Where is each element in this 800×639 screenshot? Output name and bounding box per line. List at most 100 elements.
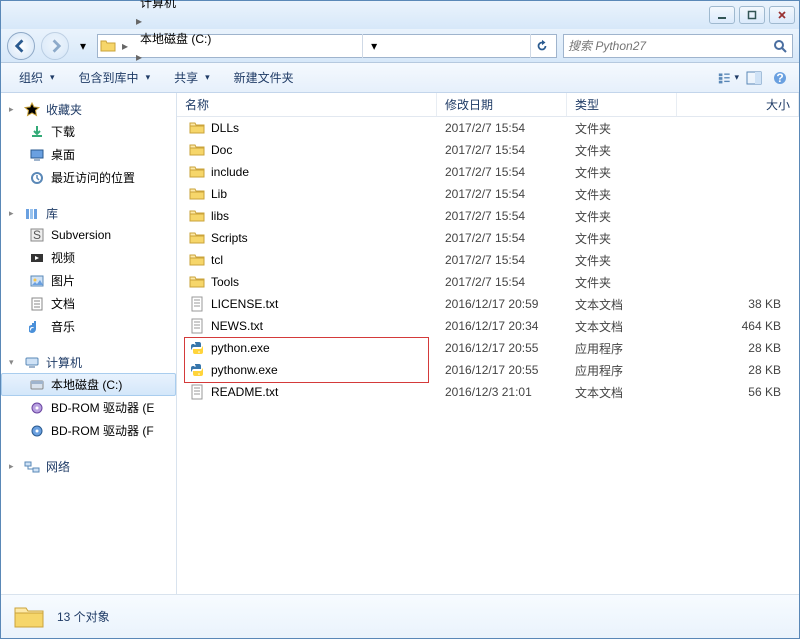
sidebar-item[interactable]: 文档 <box>1 292 176 315</box>
file-date: 2017/2/7 15:54 <box>437 231 567 245</box>
sidebar-favorites: 收藏夹 下载桌面最近访问的位置 <box>1 99 176 189</box>
file-type: 文件夹 <box>567 186 677 203</box>
file-row[interactable]: python.exe2016/12/17 20:55应用程序28 KB <box>177 337 799 359</box>
sidebar-libraries: 库 SSubversion 视频图片文档音乐 <box>1 203 176 338</box>
python-icon <box>189 362 205 378</box>
address-bar[interactable]: ▸ 计算机▸本地磁盘 (C:)▸Python27▸ ▾ <box>97 34 557 58</box>
refresh-button[interactable] <box>530 34 554 58</box>
file-type: 文件夹 <box>567 120 677 137</box>
navbar: ▾ ▸ 计算机▸本地磁盘 (C:)▸Python27▸ ▾ <box>1 29 799 63</box>
organize-button[interactable]: 组织 <box>9 66 65 89</box>
sidebar-header-computer[interactable]: 计算机 <box>1 352 176 373</box>
item-icon <box>29 124 45 140</box>
search-input[interactable] <box>568 39 772 53</box>
sidebar-label: 计算机 <box>46 354 82 371</box>
item-icon <box>29 296 45 312</box>
help-button[interactable]: ? <box>769 67 791 89</box>
sidebar-item[interactable]: 视频 <box>1 246 176 269</box>
file-row[interactable]: NEWS.txt2016/12/17 20:34文本文档464 KB <box>177 315 799 337</box>
file-name: Tools <box>211 275 239 289</box>
share-button[interactable]: 共享 <box>164 66 220 89</box>
sidebar-item-label: 视频 <box>51 249 75 266</box>
sidebar-item[interactable]: 图片 <box>1 269 176 292</box>
chevron-right-icon: ▸ <box>120 39 130 53</box>
file-row[interactable]: Tools2017/2/7 15:54文件夹 <box>177 271 799 293</box>
file-row[interactable]: Doc2017/2/7 15:54文件夹 <box>177 139 799 161</box>
newfolder-button[interactable]: 新建文件夹 <box>224 66 304 89</box>
addr-dropdown[interactable]: ▾ <box>362 34 386 58</box>
file-type: 文件夹 <box>567 274 677 291</box>
file-size: 28 KB <box>677 363 799 377</box>
item-icon <box>29 170 45 186</box>
sidebar-item-label: 本地磁盘 (C:) <box>51 376 122 393</box>
close-button[interactable] <box>769 6 795 24</box>
sidebar-item[interactable]: BD-ROM 驱动器 (E <box>1 396 176 419</box>
sidebar-item[interactable]: 桌面 <box>1 143 176 166</box>
forward-button[interactable] <box>41 32 69 60</box>
include-button[interactable]: 包含到库中 <box>69 66 161 89</box>
file-row[interactable]: pythonw.exe2016/12/17 20:55应用程序28 KB <box>177 359 799 381</box>
file-row[interactable]: Scripts2017/2/7 15:54文件夹 <box>177 227 799 249</box>
history-dropdown[interactable]: ▾ <box>75 34 91 58</box>
folder-icon <box>13 601 45 633</box>
file-type: 文件夹 <box>567 230 677 247</box>
file-name: NEWS.txt <box>211 319 263 333</box>
chevron-right-icon[interactable]: ▸ <box>134 14 144 28</box>
minimize-button[interactable] <box>709 6 735 24</box>
folder-icon <box>189 230 205 246</box>
file-type: 应用程序 <box>567 362 677 379</box>
item-icon <box>29 147 45 163</box>
item-icon: S <box>29 227 45 243</box>
back-button[interactable] <box>7 32 35 60</box>
sidebar-item[interactable]: 最近访问的位置 <box>1 166 176 189</box>
file-row[interactable]: LICENSE.txt2016/12/17 20:59文本文档38 KB <box>177 293 799 315</box>
search-box[interactable] <box>563 34 793 58</box>
col-type[interactable]: 类型 <box>567 93 677 116</box>
col-date[interactable]: 修改日期 <box>437 93 567 116</box>
sidebar-item[interactable]: 音乐 <box>1 315 176 338</box>
file-date: 2016/12/17 20:55 <box>437 341 567 355</box>
file-date: 2017/2/7 15:54 <box>437 209 567 223</box>
chevron-right-icon[interactable]: ▸ <box>134 50 144 64</box>
sidebar-label: 收藏夹 <box>46 101 82 118</box>
folder-icon <box>189 252 205 268</box>
file-name: LICENSE.txt <box>211 297 278 311</box>
col-name[interactable]: 名称 <box>177 93 437 116</box>
search-icon[interactable] <box>772 38 788 54</box>
network-icon <box>24 459 40 475</box>
view-button[interactable] <box>717 67 739 89</box>
maximize-button[interactable] <box>739 6 765 24</box>
item-icon <box>29 319 45 335</box>
sidebar-header-favorites[interactable]: 收藏夹 <box>1 99 176 120</box>
file-type: 文件夹 <box>567 208 677 225</box>
file-date: 2016/12/17 20:34 <box>437 319 567 333</box>
sidebar-item[interactable]: SSubversion <box>1 224 176 246</box>
file-row[interactable]: libs2017/2/7 15:54文件夹 <box>177 205 799 227</box>
col-size[interactable]: 大小 <box>677 93 799 116</box>
sidebar-header-network[interactable]: 网络 <box>1 456 176 477</box>
statusbar: 13 个对象 <box>1 594 799 638</box>
status-text: 13 个对象 <box>57 608 110 625</box>
titlebar <box>1 1 799 29</box>
sidebar-item-label: BD-ROM 驱动器 (E <box>51 399 154 416</box>
sidebar-item[interactable]: BD-ROM 驱动器 (F <box>1 419 176 442</box>
breadcrumb-item[interactable]: 本地磁盘 (C:) <box>134 28 217 50</box>
sidebar-header-libraries[interactable]: 库 <box>1 203 176 224</box>
sidebar-item[interactable]: 下载 <box>1 120 176 143</box>
breadcrumb-item[interactable]: 计算机 <box>134 0 217 14</box>
sidebar-item-label: 图片 <box>51 272 75 289</box>
file-row[interactable]: DLLs2017/2/7 15:54文件夹 <box>177 117 799 139</box>
folder-icon <box>100 38 116 54</box>
file-size: 38 KB <box>677 297 799 311</box>
sidebar-item[interactable]: 本地磁盘 (C:) <box>1 373 176 396</box>
file-row[interactable]: README.txt2016/12/3 21:01文本文档56 KB <box>177 381 799 403</box>
file-row[interactable]: include2017/2/7 15:54文件夹 <box>177 161 799 183</box>
item-icon <box>29 423 45 439</box>
file-type: 应用程序 <box>567 340 677 357</box>
toolbar: 组织 包含到库中 共享 新建文件夹 ? <box>1 63 799 93</box>
file-row[interactable]: tcl2017/2/7 15:54文件夹 <box>177 249 799 271</box>
folder-icon <box>189 186 205 202</box>
preview-pane-button[interactable] <box>743 67 765 89</box>
file-row[interactable]: Lib2017/2/7 15:54文件夹 <box>177 183 799 205</box>
file-name: DLLs <box>211 121 239 135</box>
